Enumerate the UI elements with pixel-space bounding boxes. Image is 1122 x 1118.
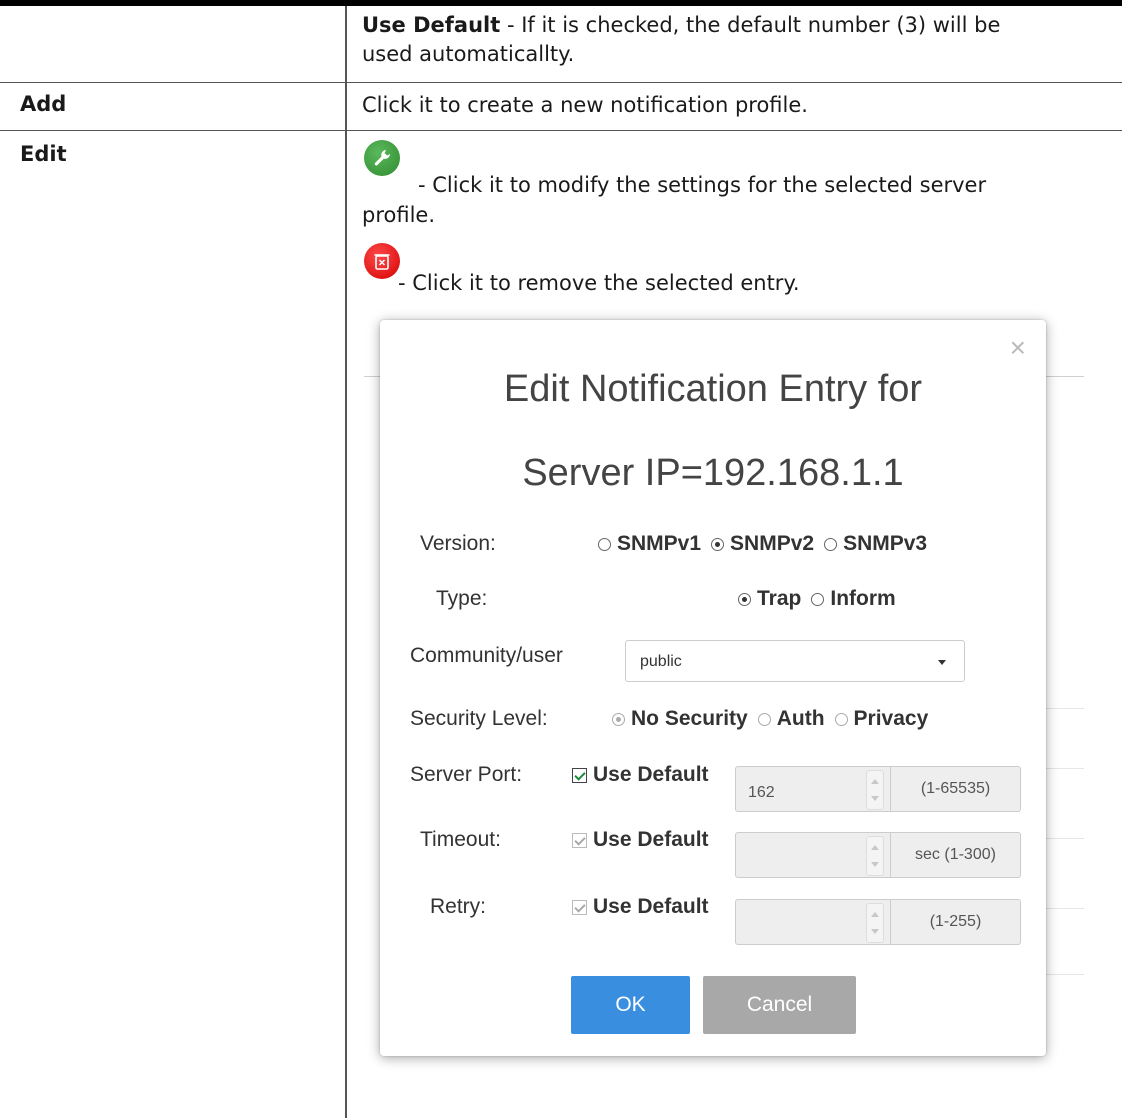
version-option-snmpv2[interactable]: SNMPv2 xyxy=(711,532,814,556)
type-option-inform[interactable]: Inform xyxy=(811,587,896,611)
modify-description-line2: profile. xyxy=(362,203,436,227)
row-divider xyxy=(0,82,1122,83)
retry-use-default[interactable]: Use Default xyxy=(572,895,709,919)
type-option-trap[interactable]: Trap xyxy=(738,587,801,611)
community-label: Community/user xyxy=(410,644,563,667)
checkbox-checked-icon xyxy=(572,767,587,783)
version-label: Version: xyxy=(420,532,496,555)
radio-icon xyxy=(811,592,825,606)
row-divider xyxy=(0,130,1122,131)
security-radio-group: No Security Auth Privacy xyxy=(612,707,938,731)
security-option-privacy[interactable]: Privacy xyxy=(834,707,928,731)
type-radio-group: Trap Inform xyxy=(738,587,906,611)
retry-label: Retry: xyxy=(430,895,487,918)
security-option-no-security[interactable]: No Security xyxy=(612,707,748,731)
timeout-label: Timeout: xyxy=(420,828,501,851)
table-top-rule xyxy=(0,0,1122,6)
community-select[interactable]: public xyxy=(625,640,965,682)
wrench-icon xyxy=(364,140,400,176)
use-default-description: Use Default - If it is checked, the defa… xyxy=(362,13,1001,66)
security-level-label: Security Level: xyxy=(410,707,548,730)
version-option-snmpv1[interactable]: SNMPv1 xyxy=(598,532,701,556)
radio-icon xyxy=(824,537,838,551)
trash-icon xyxy=(364,243,400,279)
retry-range: (1-255) xyxy=(891,899,1021,945)
radio-selected-icon xyxy=(738,592,751,606)
server-port-range: (1-65535) xyxy=(891,766,1021,812)
table-column-divider xyxy=(345,6,347,1118)
modify-description-line1: - Click it to modify the settings for th… xyxy=(418,173,987,197)
type-label: Type: xyxy=(436,587,488,610)
version-option-snmpv3[interactable]: SNMPv3 xyxy=(824,532,927,556)
spinner-icon[interactable] xyxy=(866,770,884,810)
spinner-icon[interactable] xyxy=(866,903,884,943)
edit-term: Edit xyxy=(20,142,67,166)
radio-icon xyxy=(834,712,848,726)
timeout-input[interactable] xyxy=(735,832,891,878)
ok-button[interactable]: OK xyxy=(571,976,690,1034)
close-icon[interactable]: × xyxy=(1010,334,1026,362)
retry-input[interactable] xyxy=(735,899,891,945)
add-description: Click it to create a new notification pr… xyxy=(362,93,808,117)
radio-icon xyxy=(598,537,611,551)
version-radio-group: SNMPv1 SNMPv2 SNMPv3 xyxy=(598,532,937,556)
use-default-term: Use Default xyxy=(362,13,501,37)
checkbox-checked-icon xyxy=(572,832,587,848)
server-port-input[interactable]: 162 xyxy=(735,766,891,812)
radio-selected-icon xyxy=(612,712,625,726)
radio-icon xyxy=(757,712,771,726)
timeout-use-default[interactable]: Use Default xyxy=(572,828,709,852)
server-port-label: Server Port: xyxy=(410,763,523,786)
server-port-use-default[interactable]: Use Default xyxy=(572,763,709,787)
spinner-icon[interactable] xyxy=(866,836,884,876)
checkbox-checked-icon xyxy=(572,899,587,915)
timeout-range: sec (1-300) xyxy=(891,832,1021,878)
dialog-title-line2: Server IP=192.168.1.1 xyxy=(522,452,904,494)
radio-selected-icon xyxy=(711,537,725,551)
remove-description: - Click it to remove the selected entry. xyxy=(398,271,800,295)
caret-down-icon xyxy=(938,660,946,665)
add-term: Add xyxy=(20,92,67,116)
dialog-title-line1: Edit Notification Entry for xyxy=(503,368,923,410)
edit-notification-dialog: × Edit Notification Entry for Server IP=… xyxy=(380,320,1046,1056)
cancel-button[interactable]: Cancel xyxy=(703,976,856,1034)
security-option-auth[interactable]: Auth xyxy=(757,707,825,731)
